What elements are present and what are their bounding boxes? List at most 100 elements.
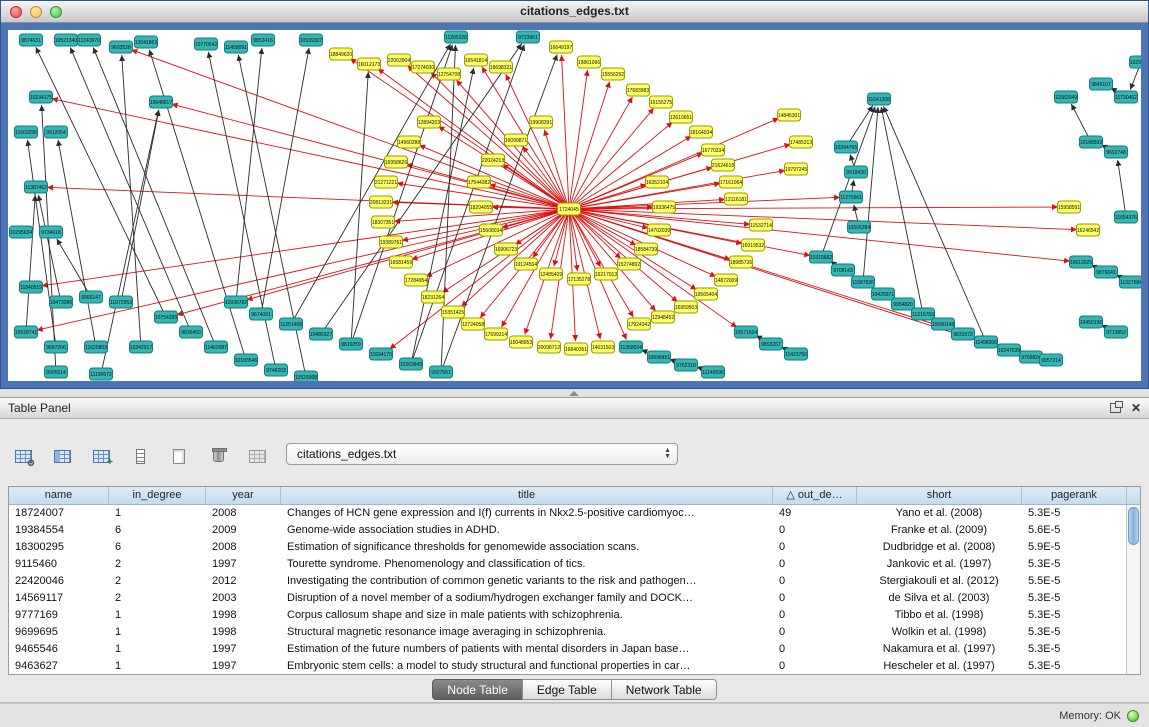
graph-node[interactable]: 16246542 xyxy=(1077,224,1100,236)
graph-node[interactable]: 11243970 xyxy=(78,34,101,46)
graph-node[interactable]: 11251408 xyxy=(280,318,303,330)
graph-node[interactable]: 11358024 xyxy=(620,341,643,353)
graph-node[interactable]: 9927561 xyxy=(430,366,453,378)
graph-node[interactable]: 18584739 xyxy=(635,243,658,255)
graph-node[interactable]: 18698321 xyxy=(490,61,513,73)
close-panel-icon[interactable]: ✕ xyxy=(1131,401,1141,415)
graph-node[interactable]: 16012173 xyxy=(358,58,381,70)
rows-icon[interactable] xyxy=(127,444,153,468)
graph-node[interactable]: 11216753 xyxy=(912,308,935,320)
graph-node[interactable]: 10680148 xyxy=(932,318,955,330)
graph-node[interactable]: 15351425 xyxy=(442,306,465,318)
close-button[interactable] xyxy=(10,6,22,18)
graph-node[interactable]: 9762318 xyxy=(675,359,698,371)
new-table-icon[interactable] xyxy=(166,444,192,468)
graph-node[interactable]: 15958591 xyxy=(1058,201,1081,213)
table-row[interactable]: 977716911998Corpus callosum shape and si… xyxy=(9,607,1140,624)
graph-node[interactable]: 10939307 xyxy=(300,34,323,46)
graph-node[interactable]: 21271221 xyxy=(375,176,398,188)
edit-table-icon[interactable]: + xyxy=(88,444,114,468)
graph-node[interactable]: 12116181 xyxy=(725,193,748,205)
table-row[interactable]: 946362711997Embryonic stem cells: a mode… xyxy=(9,658,1140,675)
graph-node[interactable]: 14872009 xyxy=(715,274,738,286)
graph-node[interactable]: 18204055 xyxy=(470,201,493,213)
graph-node[interactable]: 11458091 xyxy=(225,41,248,53)
graph-node[interactable]: 16541814 xyxy=(465,54,488,66)
table-row[interactable]: 1456911722003Disruption of a novel membe… xyxy=(9,590,1140,607)
graph-node[interactable]: 17544382 xyxy=(468,176,491,188)
graph-node[interactable]: 9836450 xyxy=(180,326,203,338)
graph-node[interactable]: 11140596 xyxy=(702,366,725,378)
graph-node[interactable]: 17683983 xyxy=(627,84,650,96)
graph-node[interactable]: 15556292 xyxy=(602,68,625,80)
graph-node[interactable]: 14845301 xyxy=(778,109,801,121)
graph-node[interactable]: 16649197 xyxy=(550,41,573,53)
graph-node[interactable]: 10429371 xyxy=(872,288,895,300)
column-header-pagerank[interactable]: pagerank xyxy=(1022,487,1127,504)
graph-node[interactable]: 9674091 xyxy=(250,308,273,320)
graph-node[interactable]: 11072953 xyxy=(110,296,133,308)
graph-node[interactable]: 21624618 xyxy=(712,159,735,171)
graph-node[interactable]: 9876041 xyxy=(1095,266,1118,278)
graph-node[interactable]: 10754289 xyxy=(155,311,178,323)
table-settings-icon[interactable]: ⚙ xyxy=(10,444,36,468)
graph-node[interactable]: 9957214 xyxy=(1040,354,1063,366)
graph-node[interactable]: 10485327 xyxy=(310,328,333,340)
graph-node[interactable]: 9852416 xyxy=(252,34,275,46)
graph-node[interactable]: 11387462 xyxy=(25,181,48,193)
splitter-handle-icon[interactable] xyxy=(569,391,579,396)
graph-node[interactable]: 18164034 xyxy=(690,126,713,138)
graph-node[interactable]: 18849620 xyxy=(330,48,353,60)
graph-node[interactable]: 14960288 xyxy=(398,136,421,148)
graph-node[interactable]: 11275961 xyxy=(840,191,863,203)
graph-node[interactable]: 12485409 xyxy=(540,268,563,280)
graph-node[interactable]: 11641308 xyxy=(868,93,891,105)
graph-node[interactable]: 10698451 xyxy=(648,351,671,363)
graph-node[interactable]: 16155275 xyxy=(650,96,673,108)
column-chooser-icon[interactable] xyxy=(49,444,75,468)
graph-node[interactable]: 17924342 xyxy=(628,318,651,330)
graph-node[interactable]: 11582049 xyxy=(1055,91,1078,103)
graph-node[interactable]: 17135278 xyxy=(568,273,591,285)
graph-node[interactable]: 9723961 xyxy=(517,31,540,43)
graph-node[interactable]: 11532714 xyxy=(750,219,773,231)
graph-node[interactable]: 16099871 xyxy=(505,134,528,146)
column-header-in-degree[interactable]: in_degree xyxy=(109,487,206,504)
minimize-button[interactable] xyxy=(30,6,42,18)
column-header-out-de-[interactable]: △ out_de… xyxy=(773,487,857,504)
graph-node[interactable]: 17284954 xyxy=(405,274,428,286)
panel-splitter[interactable] xyxy=(0,389,1149,397)
graph-node[interactable]: 11694170 xyxy=(370,348,393,360)
graph-node[interactable]: 9603528 xyxy=(110,41,133,53)
table-scrollbar[interactable] xyxy=(1126,505,1140,674)
graph-node[interactable]: 10770542 xyxy=(195,38,218,50)
table-row[interactable]: 2242004622012Investigating the contribut… xyxy=(9,573,1140,590)
graph-node[interactable]: 11603296 xyxy=(15,126,38,138)
graph-node[interactable]: 22063904 xyxy=(388,54,411,66)
graph-node[interactable]: 11327584 xyxy=(1120,276,1143,288)
graph-node[interactable]: 11190672 xyxy=(90,368,113,380)
graph-node[interactable]: 9918430 xyxy=(845,166,868,178)
graph-node[interactable]: 9965147 xyxy=(80,291,103,303)
graph-node[interactable]: 9887206 xyxy=(45,341,68,353)
zoom-button[interactable] xyxy=(50,6,62,18)
graph-node[interactable]: 9748203 xyxy=(265,364,288,376)
graph-node[interactable]: 9912054 xyxy=(45,126,68,138)
table-row[interactable]: 969969511998Structural magnetic resonanc… xyxy=(9,624,1140,641)
graph-node[interactable]: 9905514 xyxy=(45,366,68,378)
graph-node[interactable]: 10936782 xyxy=(225,296,248,308)
graph-node[interactable]: 16581459 xyxy=(390,256,413,268)
graph-node[interactable]: 14702039 xyxy=(648,224,671,236)
graph-node[interactable]: 17699214 xyxy=(485,328,508,340)
graph-node[interactable]: 1724045 xyxy=(558,203,581,215)
graph-node[interactable]: 10263845 xyxy=(400,358,423,370)
graph-node[interactable]: 11462087 xyxy=(205,341,228,353)
graph-node[interactable]: 19565404 xyxy=(695,288,718,300)
graph-node[interactable]: 9692748 xyxy=(1105,146,1128,158)
graph-node[interactable]: 19124504 xyxy=(515,258,538,270)
column-header-title[interactable]: title xyxy=(281,487,773,504)
window-titlebar[interactable]: citations_edges.txt xyxy=(1,1,1148,23)
graph-node[interactable]: 22024213 xyxy=(482,154,505,166)
column-header-name[interactable]: name xyxy=(9,487,109,504)
graph-node[interactable]: 11730452 xyxy=(1115,91,1138,103)
